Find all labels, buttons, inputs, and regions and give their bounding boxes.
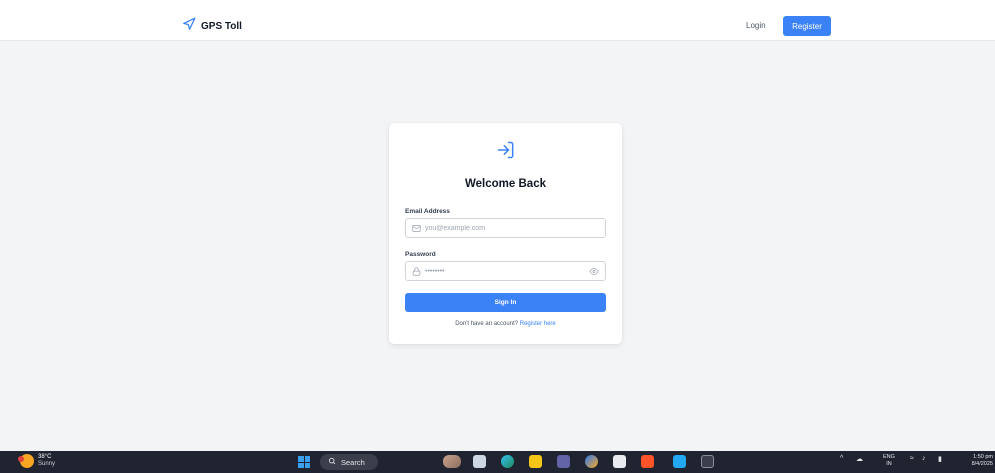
navigation-arrow-icon (182, 17, 196, 36)
nav-register-button[interactable]: Register (783, 16, 831, 36)
volume-icon[interactable]: ♪ (922, 455, 926, 462)
email-field-wrapper (405, 218, 606, 238)
search-icon (328, 457, 336, 467)
clock[interactable]: 1:50 pm 8/4/2025 (957, 454, 993, 468)
eye-icon[interactable] (589, 267, 599, 276)
lang-bottom: IN (886, 461, 892, 467)
register-prompt: Don't have an account? Register here (389, 321, 622, 327)
email-field[interactable] (425, 221, 585, 236)
teams-icon[interactable] (557, 455, 570, 468)
copilot-icon[interactable] (585, 455, 598, 468)
main-content: Welcome Back Email Address Password (0, 41, 995, 451)
sign-in-icon (496, 140, 516, 160)
top-strip (0, 0, 995, 10)
store-icon[interactable] (613, 455, 626, 468)
page-title: Welcome Back (465, 178, 546, 190)
navbar: GPS Toll Login Register (0, 10, 995, 41)
weather-widget[interactable]: 38°C Sunny (18, 454, 56, 468)
password-label: Password (405, 251, 436, 258)
lang-top: ENG (883, 454, 895, 460)
onedrive-icon[interactable]: ☁ (856, 455, 863, 463)
register-here-link[interactable]: Register here (520, 321, 556, 327)
taskbar-search[interactable]: Search (320, 454, 378, 470)
vscode-icon[interactable] (673, 455, 686, 468)
nav-login-link[interactable]: Login (746, 21, 766, 30)
weather-desc: Sunny (38, 461, 56, 467)
clock-date: 8/4/2025 (971, 461, 993, 467)
password-field[interactable] (425, 264, 585, 279)
battery-icon[interactable]: ▮ (938, 455, 942, 463)
clock-time: 1:50 pm (973, 454, 993, 460)
file-explorer-icon[interactable] (529, 455, 542, 468)
mail-icon (412, 224, 421, 233)
windows-start-icon[interactable] (298, 456, 310, 468)
lock-icon (412, 267, 421, 276)
email-label: Email Address (405, 208, 450, 215)
sign-in-button[interactable]: Sign In (405, 293, 606, 312)
brand-name: GPS Toll (201, 21, 242, 32)
register-prompt-text: Don't have an account? (455, 321, 519, 327)
taskbar: 38°C Sunny Search ^ ☁ ENG IN ≈ ♪ ▮ 1:50 … (0, 451, 995, 473)
weather-temp: 38°C (38, 454, 52, 460)
edge-browser-icon[interactable] (501, 455, 514, 468)
task-view-icon[interactable] (473, 455, 486, 468)
login-card: Welcome Back Email Address Password (389, 123, 622, 344)
password-field-wrapper (405, 261, 606, 281)
language-indicator[interactable]: ENG IN (883, 454, 895, 468)
brave-browser-icon[interactable] (641, 455, 654, 468)
widget-thumbnail-icon[interactable] (443, 455, 461, 468)
search-label: Search (341, 457, 365, 467)
brand-logo[interactable]: GPS Toll (182, 17, 242, 36)
weather-sun-icon (18, 454, 34, 468)
terminal-icon[interactable] (701, 455, 714, 468)
wifi-icon[interactable]: ≈ (910, 455, 914, 462)
tray-chevron-icon[interactable]: ^ (840, 455, 843, 462)
